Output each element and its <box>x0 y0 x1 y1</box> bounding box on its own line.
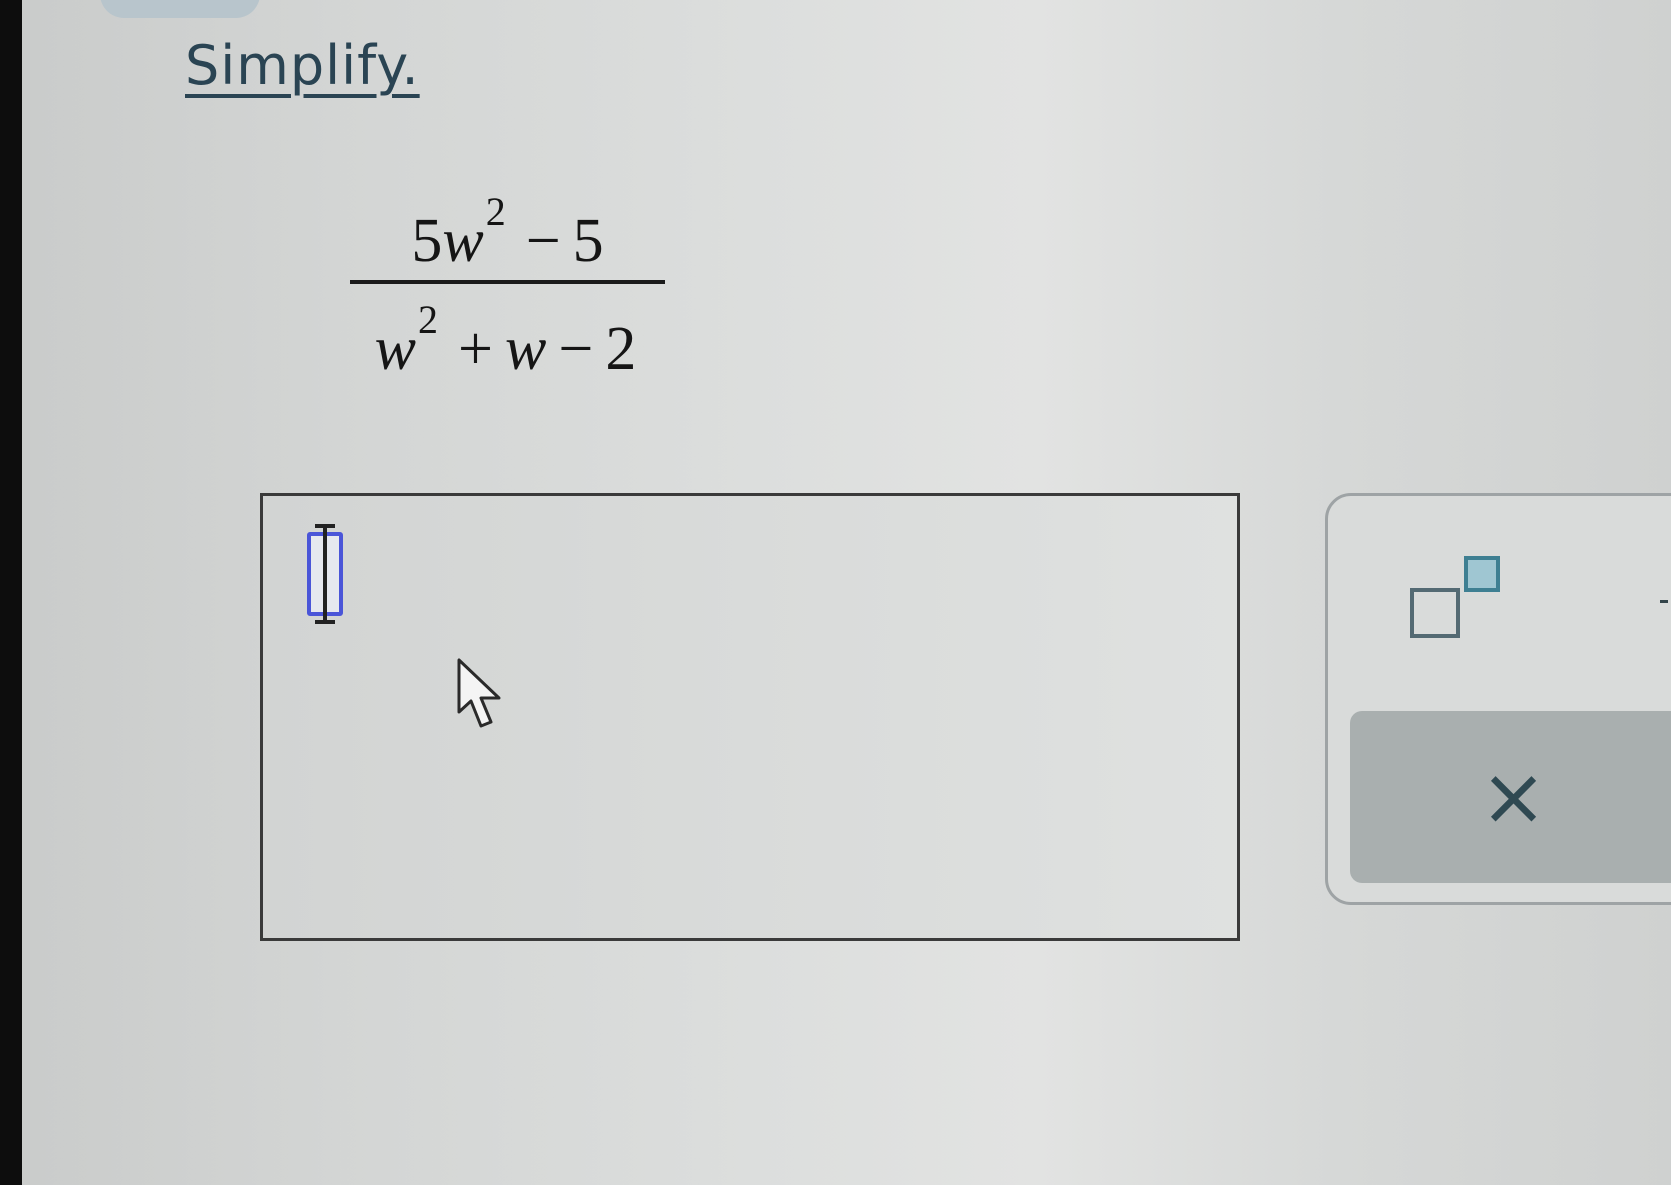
denominator-variable: w <box>374 315 417 383</box>
text-cursor-icon <box>315 524 335 624</box>
denominator-linear-term: w <box>505 315 547 383</box>
denominator-exponent: 2 <box>418 297 439 342</box>
fraction-denominator: w 2 + w −2 <box>350 284 665 383</box>
numerator-variable: w <box>442 207 484 275</box>
base-box-icon <box>1410 588 1460 638</box>
instruction-link[interactable]: Simplify. <box>185 34 420 97</box>
numerator-constant: 5 <box>572 207 604 275</box>
header-tab[interactable] <box>100 0 260 18</box>
clear-button[interactable]: × <box>1350 711 1671 883</box>
denominator-operator-minus: − <box>558 315 594 383</box>
numerator-coefficient: 5 <box>411 207 443 275</box>
answer-input[interactable] <box>260 493 1240 941</box>
denominator-constant: 2 <box>605 315 637 383</box>
close-icon: × <box>1480 750 1548 843</box>
offscreen-button-edge <box>1660 600 1668 603</box>
superscript-button[interactable] <box>1398 546 1508 656</box>
mouse-pointer-icon <box>457 658 501 728</box>
numerator-exponent: 2 <box>485 189 506 234</box>
exponent-box-icon <box>1464 556 1500 592</box>
fraction-numerator: 5 w 2−5 <box>350 189 665 275</box>
screen-bezel <box>0 0 22 1185</box>
math-toolbar: × <box>1325 493 1671 905</box>
numerator-operator: − <box>525 207 561 275</box>
rational-expression: 5 w 2−5 w 2 + w −2 <box>350 190 665 380</box>
denominator-operator-plus: + <box>458 315 493 383</box>
